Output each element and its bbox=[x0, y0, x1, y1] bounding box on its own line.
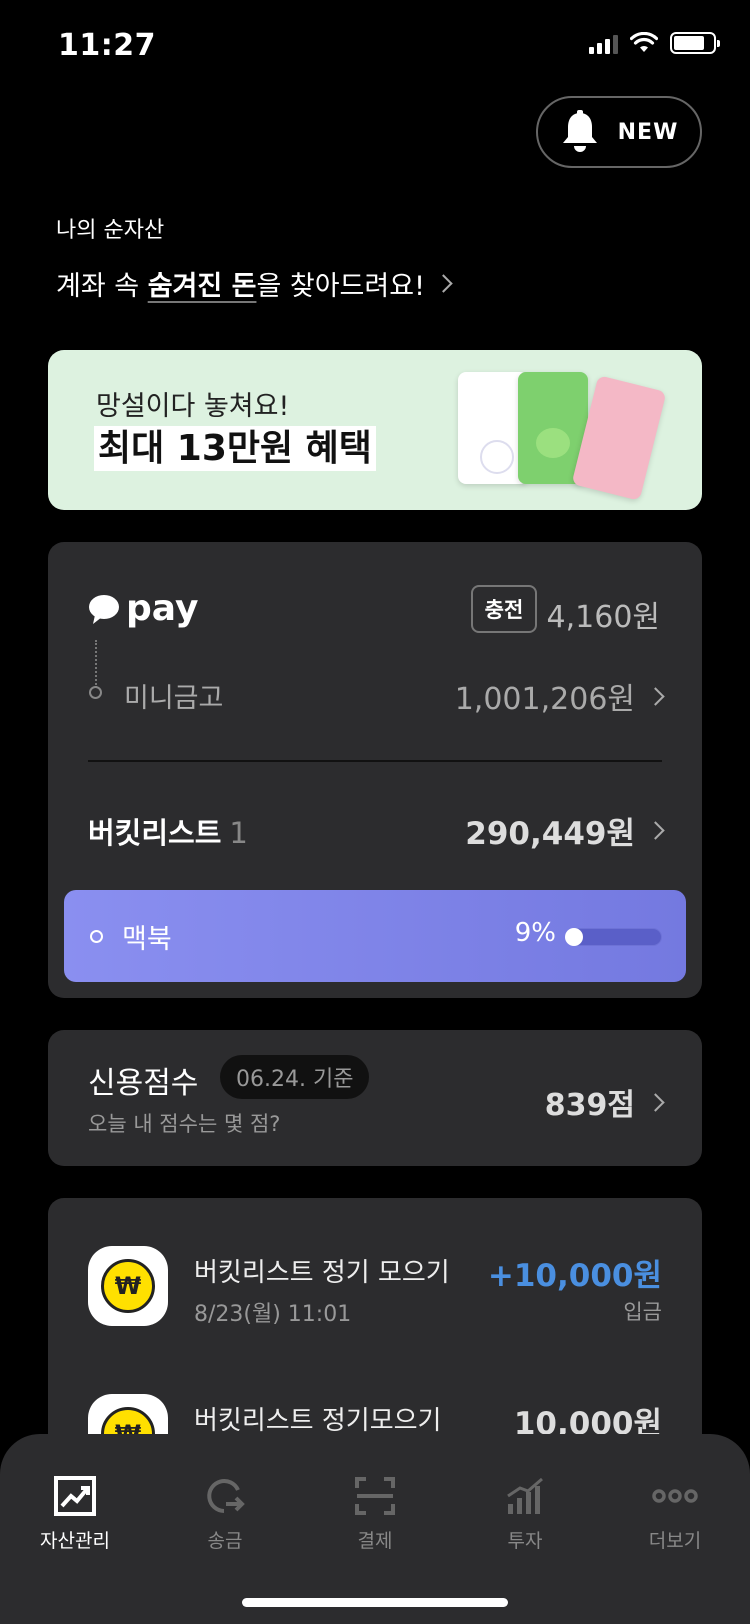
credit-score-date-badge: 06.24. 기준 bbox=[220, 1055, 370, 1099]
tab-label: 송금 bbox=[207, 1530, 243, 1552]
speech-bubble-icon bbox=[89, 594, 119, 624]
home-indicator bbox=[242, 1598, 508, 1607]
tab-label: 결제 bbox=[357, 1530, 393, 1552]
signal-icon bbox=[589, 32, 618, 54]
new-badge-label: NEW bbox=[617, 119, 679, 145]
bar-chart-icon bbox=[507, 1477, 543, 1514]
mini-safe-label[interactable]: 미니금고 bbox=[124, 676, 223, 715]
goal-item-macbook[interactable]: 맥북 9% bbox=[64, 890, 686, 982]
bucket-list-amount-text: 290,449원 bbox=[465, 816, 635, 852]
chart-up-icon bbox=[54, 1476, 96, 1516]
banner-subtitle: 망설이다 놓쳐요! bbox=[96, 391, 290, 422]
tab-label: 더보기 bbox=[648, 1530, 702, 1552]
chevron-right-icon bbox=[646, 821, 665, 840]
promo-banner[interactable]: 망설이다 놓쳐요! 최대 13만원 혜택 bbox=[48, 350, 702, 510]
tab-label: 자산관리 bbox=[40, 1530, 110, 1552]
goal-progress-track bbox=[565, 928, 662, 946]
goal-progress-knob bbox=[565, 928, 583, 946]
chevron-right-icon bbox=[646, 686, 665, 706]
more-icon bbox=[652, 1489, 698, 1503]
bucket-list-amount[interactable]: 290,449원 bbox=[465, 808, 665, 853]
bell-icon bbox=[562, 110, 597, 152]
hidden-money-link[interactable]: 계좌 속 숨겨진 돈 을 찾아드려요! bbox=[56, 264, 453, 303]
tab-asset-management[interactable]: 자산관리 bbox=[0, 1476, 150, 1553]
headline-emphasis: 숨겨진 돈 bbox=[147, 271, 257, 302]
bucket-list-title: 버킷리스트 bbox=[88, 816, 222, 850]
battery-icon bbox=[670, 32, 720, 54]
mini-safe-ring-icon bbox=[89, 686, 102, 699]
pay-logo-text: pay bbox=[126, 588, 199, 629]
banner-title: 최대 13만원 혜택 bbox=[94, 426, 376, 471]
chevron-right-icon bbox=[646, 1092, 665, 1112]
notification-button[interactable]: NEW bbox=[536, 96, 702, 168]
connector-dots bbox=[95, 640, 97, 688]
transaction-type: 입금 bbox=[623, 1300, 662, 1324]
goal-name: 맥북 bbox=[122, 924, 172, 955]
charge-button[interactable]: 충전 bbox=[471, 585, 537, 633]
mini-safe-amount-text: 1,001,206원 bbox=[454, 682, 635, 717]
goal-percent: 9% bbox=[514, 918, 556, 948]
goal-ring-icon bbox=[90, 930, 103, 943]
bucket-list-label[interactable]: 버킷리스트 1 bbox=[88, 810, 248, 852]
mini-safe-amount[interactable]: 1,001,206원 bbox=[454, 674, 665, 718]
tab-invest[interactable]: 투자 bbox=[450, 1476, 600, 1553]
credit-score-title: 신용점수 bbox=[88, 1066, 199, 1101]
status-icons bbox=[589, 32, 720, 54]
wifi-icon bbox=[630, 32, 658, 52]
status-time: 11:27 bbox=[58, 28, 156, 63]
bucket-list-count: 1 bbox=[229, 816, 248, 850]
kakao-pay-logo: pay bbox=[88, 588, 198, 629]
credit-score-subtitle: 오늘 내 점수는 몇 점? bbox=[88, 1112, 281, 1136]
tab-payment[interactable]: 결제 bbox=[300, 1476, 450, 1553]
transaction-title[interactable]: 버킷리스트 정기모으기 bbox=[194, 1400, 441, 1437]
transaction-amount: +10,000원 bbox=[487, 1258, 662, 1294]
headline-suffix: 을 찾아드려요! bbox=[256, 271, 425, 302]
net-assets-label: 나의 순자산 bbox=[56, 218, 165, 243]
won-coin-icon: ₩ bbox=[88, 1246, 168, 1326]
panel-divider bbox=[88, 760, 662, 762]
tab-transfer[interactable]: 송금 bbox=[150, 1476, 300, 1553]
pay-balance: 4,160원 bbox=[546, 600, 660, 635]
credit-score-text: 839점 bbox=[544, 1088, 635, 1123]
chevron-right-icon bbox=[434, 274, 453, 293]
tab-more[interactable]: 더보기 bbox=[600, 1476, 750, 1553]
scan-icon bbox=[355, 1477, 395, 1515]
transfer-icon bbox=[207, 1479, 245, 1513]
tab-label: 투자 bbox=[507, 1530, 543, 1552]
credit-score-value[interactable]: 839점 bbox=[544, 1080, 665, 1124]
headline-prefix: 계좌 속 bbox=[56, 271, 148, 302]
transaction-date: 8/23(월) 11:01 bbox=[194, 1302, 352, 1327]
transaction-title[interactable]: 버킷리스트 정기 모으기 bbox=[194, 1252, 450, 1289]
